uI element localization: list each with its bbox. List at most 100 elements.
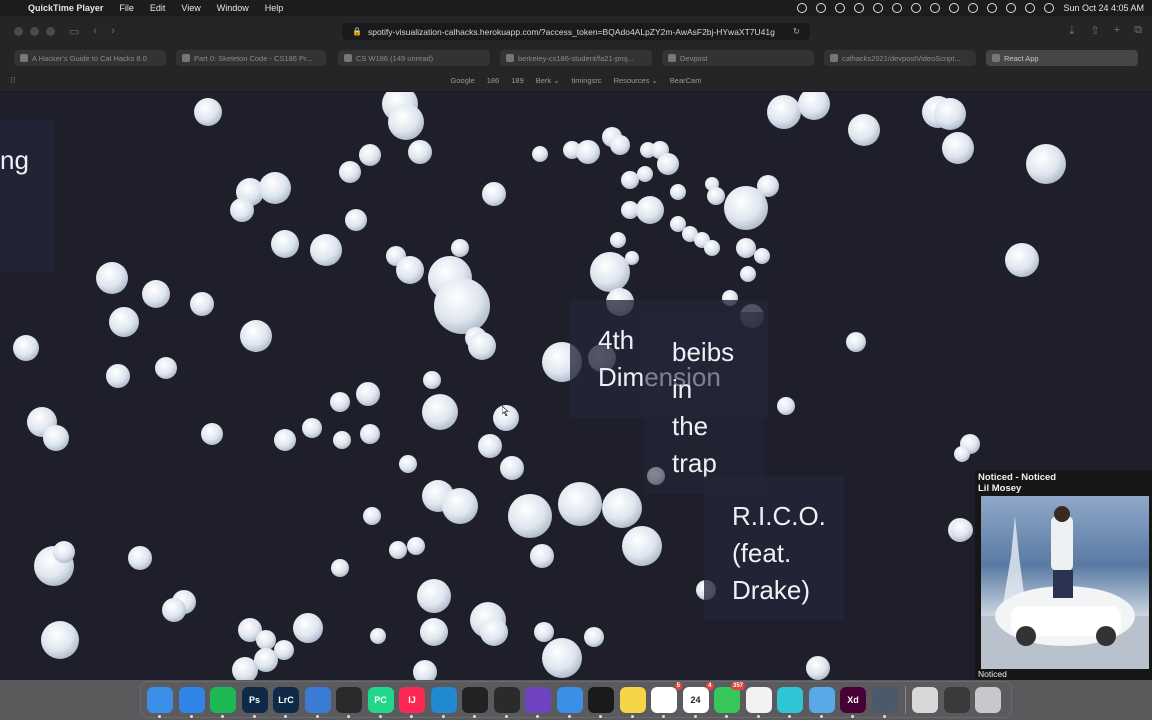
dock-folder-icon[interactable] <box>808 686 835 718</box>
dock-quicktime-icon[interactable] <box>871 686 898 718</box>
dock-slack-icon[interactable]: 5 <box>651 681 682 718</box>
grid-icon[interactable]: ⁝⁝ <box>10 75 16 86</box>
dock-adobe-xd-icon[interactable]: Xd <box>840 686 866 718</box>
dock-calendar-icon[interactable]: 24 4 <box>682 681 714 718</box>
menu-file[interactable]: File <box>111 3 142 13</box>
dock-spotify-icon[interactable] <box>210 686 236 718</box>
dock-safari-icon[interactable] <box>178 686 205 718</box>
dock-window-thumb-icon[interactable] <box>943 686 970 713</box>
bubble <box>271 230 299 258</box>
download-icon[interactable]: ⇣ <box>1067 24 1076 37</box>
zoom-window-button[interactable] <box>46 26 55 36</box>
bubble <box>339 161 361 183</box>
tab-video-script[interactable]: calhacks2021/devpostVideoScript... <box>824 50 976 66</box>
forward-icon[interactable]: › <box>111 25 115 37</box>
bubble <box>302 418 322 438</box>
running-indicator <box>378 714 382 718</box>
cube-icon[interactable] <box>816 3 827 13</box>
clock[interactable]: Sun Oct 24 4:05 AM <box>1063 3 1144 13</box>
dock-activity-monitor-icon[interactable] <box>493 686 520 718</box>
tab-devpost[interactable]: Devpost <box>662 50 814 66</box>
wifi-icon[interactable] <box>987 3 998 13</box>
bubble <box>155 357 177 379</box>
bubble <box>610 232 626 248</box>
bubble <box>434 278 490 334</box>
dock-testflight-icon[interactable] <box>556 686 583 718</box>
tab-react-app[interactable]: React App <box>986 50 1138 66</box>
bubble <box>767 95 801 129</box>
dock-finder-icon[interactable] <box>147 686 173 718</box>
dock-screenshot-thumb-icon[interactable] <box>912 686 938 713</box>
new-tab-icon[interactable]: + <box>1114 24 1120 37</box>
dock-lightroom-classic-icon[interactable]: LrC <box>273 686 299 718</box>
user-icon[interactable] <box>1006 3 1017 13</box>
bookmark-resources[interactable]: Resources ⌄ <box>614 76 658 85</box>
share-icon[interactable]: ⇧ <box>1090 24 1099 37</box>
address-bar[interactable]: 🔒 spotify-visualization-calhacks.herokua… <box>342 23 810 40</box>
control-center-icon[interactable] <box>1044 3 1055 13</box>
dock-3d-app-icon[interactable] <box>777 686 803 718</box>
tab-github-proj[interactable]: berkeley-cs186-student/fa21-proj... <box>500 50 652 66</box>
dock-trash-icon[interactable] <box>975 686 1001 713</box>
bubble <box>610 135 630 155</box>
menu-help[interactable]: Help <box>257 3 292 13</box>
menu-edit[interactable]: Edit <box>142 3 174 13</box>
tab-label: berkeley-cs186-student/fa21-proj... <box>518 53 634 63</box>
close-tab-icon[interactable] <box>992 54 1000 62</box>
bubble <box>637 166 653 182</box>
dock-xcode-icon[interactable] <box>304 686 331 718</box>
menu-window[interactable]: Window <box>209 3 257 13</box>
song-card-partial[interactable]: ng <box>0 120 54 272</box>
dark-mode-icon[interactable] <box>873 3 884 13</box>
bluetooth-icon[interactable] <box>930 3 941 13</box>
bookmark-berk[interactable]: Berk ⌄ <box>536 76 560 85</box>
location-icon[interactable] <box>892 3 903 13</box>
dock-final-cut-icon[interactable] <box>462 686 488 718</box>
bubble <box>590 252 630 292</box>
rocket-icon[interactable] <box>835 3 846 13</box>
back-icon[interactable]: ‹ <box>93 25 97 37</box>
bubble <box>740 266 756 282</box>
dock-unity-icon[interactable] <box>336 686 362 718</box>
bubble <box>636 196 664 224</box>
bookmark-189[interactable]: 189 <box>511 76 524 85</box>
battery-icon[interactable] <box>968 3 979 13</box>
dock-messages-icon[interactable]: 357 <box>714 681 745 718</box>
song-card-line: beibs <box>672 337 735 367</box>
dock-photoshop-icon[interactable]: Ps <box>241 686 268 718</box>
bookmark-timingsrc[interactable]: timingsrc <box>572 76 602 85</box>
dock-vscode-icon[interactable] <box>430 686 457 718</box>
bookmark-bearcam[interactable]: BearCam <box>670 76 702 85</box>
pinwheel-icon[interactable] <box>854 3 865 13</box>
bubble <box>806 656 830 680</box>
minimize-window-button[interactable] <box>30 26 39 36</box>
song-card-beibs-in-the-trap[interactable]: beibs in the trap <box>644 312 764 494</box>
menu-view[interactable]: View <box>173 3 208 13</box>
record-icon[interactable] <box>797 3 808 13</box>
close-window-button[interactable] <box>14 26 23 36</box>
keyboard-icon[interactable] <box>949 3 960 13</box>
tab-hackers-guide[interactable]: A Hacker's Guide to Cal Hacks 8.0 <box>14 50 166 66</box>
search-icon[interactable] <box>1025 3 1036 13</box>
dock-notes-icon[interactable] <box>619 686 646 718</box>
time-machine-icon[interactable] <box>911 3 922 13</box>
favicon-icon <box>182 54 190 62</box>
song-card-rico[interactable]: R.I.C.O. (feat. Drake) <box>704 476 844 620</box>
reload-icon[interactable]: ↻ <box>793 26 800 37</box>
dock-intellij-icon[interactable]: IJ <box>399 686 425 718</box>
dock-github-desktop-icon[interactable] <box>525 686 551 718</box>
sidebar-icon[interactable]: ▭ <box>69 25 79 38</box>
dock-pycharm-icon[interactable]: PC <box>367 686 394 718</box>
bookmark-google[interactable]: Google <box>451 76 475 85</box>
bubble <box>657 153 679 175</box>
dock-textedit-icon[interactable] <box>745 686 772 718</box>
bookmark-186[interactable]: 186 <box>487 76 500 85</box>
tab-overview-icon[interactable]: ⧉ <box>1134 24 1142 37</box>
now-playing-panel[interactable]: Noticed - Noticed Lil Mosey Noticed <box>975 470 1152 680</box>
tab-cs-w186[interactable]: CS W186 (149 unread) <box>338 50 490 66</box>
tab-skeleton-code[interactable]: Part 0: Skeleton Code - CS186 Pr... <box>176 50 326 66</box>
menu-app-name[interactable]: QuickTime Player <box>28 3 111 13</box>
tab-label: calhacks2021/devpostVideoScript... <box>842 53 961 63</box>
dock-terminal-icon[interactable] <box>588 686 614 718</box>
bubble <box>576 140 600 164</box>
